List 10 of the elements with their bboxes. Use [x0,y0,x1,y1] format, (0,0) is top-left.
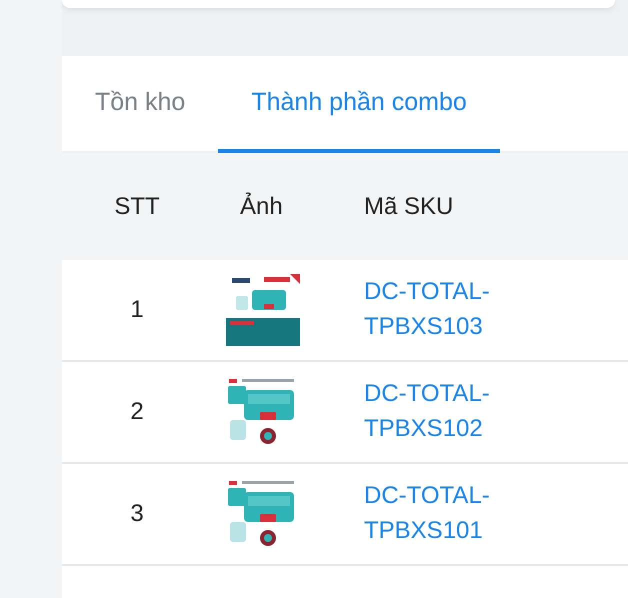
sku-link[interactable]: DC-TOTAL-TPBXS103 [364,275,504,345]
sku-link[interactable]: DC-TOTAL-TPBXS101 [364,479,504,549]
column-header: Ảnh [240,192,283,222]
column-header: Mã SKU [364,192,454,222]
row-number: 1 [130,295,144,325]
tab[interactable]: Tồn kho [62,56,218,153]
row-number: 3 [130,499,144,529]
column-header: STT [114,192,160,222]
sku-link[interactable]: DC-TOTAL-TPBXS102 [364,377,504,447]
row-number: 2 [130,397,144,427]
